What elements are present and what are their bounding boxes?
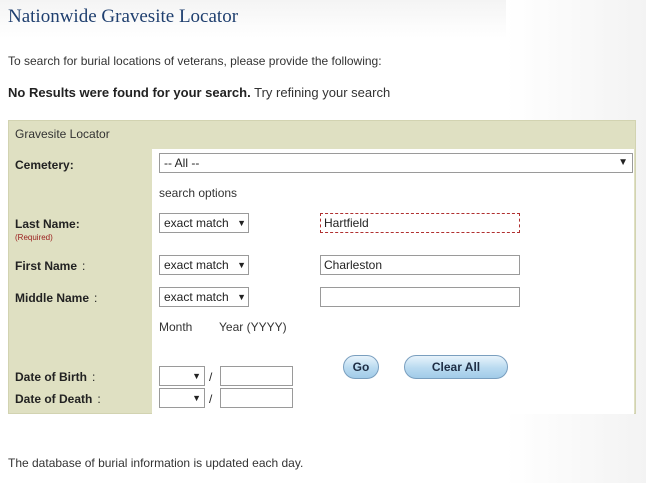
first-name-label-row: First Name:	[15, 259, 85, 273]
date-separator: /	[209, 370, 213, 384]
page-title: Nationwide Gravesite Locator	[8, 6, 239, 27]
death-month-select[interactable]: ▼	[159, 388, 205, 408]
date-of-death-label: Date of Death	[15, 392, 93, 406]
no-results-message: No Results were found for your search. T…	[8, 85, 390, 100]
intro-text: To search for burial locations of vetera…	[8, 54, 382, 68]
first-name-input[interactable]: Charleston	[320, 255, 520, 275]
gravesite-locator-form: Gravesite Locator Cemetery: -- All -- ▼ …	[8, 120, 636, 414]
dropdown-arrow-icon: ▼	[237, 260, 246, 270]
last-name-input[interactable]: Hartfield	[320, 213, 520, 233]
date-of-birth-colon: :	[92, 370, 96, 384]
search-options-label: search options	[159, 186, 238, 200]
cemetery-value: -- All --	[164, 156, 200, 170]
clear-all-button[interactable]: Clear All	[404, 355, 508, 379]
dropdown-arrow-icon: ▼	[192, 393, 201, 403]
form-header: Gravesite Locator	[15, 127, 110, 141]
birth-month-select[interactable]: ▼	[159, 366, 205, 386]
middle-name-colon: :	[94, 291, 98, 305]
date-separator: /	[209, 392, 213, 406]
middle-name-label-row: Middle Name:	[15, 291, 97, 305]
dropdown-arrow-icon: ▼	[237, 218, 246, 228]
date-of-death-colon: :	[97, 392, 101, 406]
death-year-input[interactable]	[220, 388, 293, 408]
date-of-birth-label-row: Date of Birth:	[15, 370, 95, 384]
middle-name-match-value: exact match	[164, 290, 229, 304]
footer-note: The database of burial information is up…	[8, 456, 304, 470]
go-button[interactable]: Go	[343, 355, 379, 379]
dropdown-arrow-icon: ▼	[192, 371, 201, 381]
first-name-label: First Name	[15, 259, 78, 273]
date-of-death-label-row: Date of Death:	[15, 392, 101, 406]
cemetery-label: Cemetery:	[15, 158, 74, 172]
date-of-birth-label: Date of Birth	[15, 370, 87, 384]
last-name-label: Last Name:	[15, 217, 80, 231]
year-label: Year (YYYY)	[219, 320, 287, 334]
birth-year-input[interactable]	[220, 366, 293, 386]
no-results-bold: No Results were found for your search.	[8, 85, 251, 100]
month-label: Month	[159, 320, 193, 334]
first-name-match-select[interactable]: exact match ▼	[159, 255, 249, 275]
middle-name-label: Middle Name	[15, 291, 90, 305]
required-indicator: (Required)	[15, 233, 53, 242]
last-name-match-select[interactable]: exact match ▼	[159, 213, 249, 233]
no-results-hint: Try refining your search	[254, 85, 391, 100]
first-name-match-value: exact match	[164, 258, 229, 272]
cemetery-select[interactable]: -- All -- ▼	[159, 153, 633, 173]
dropdown-arrow-icon: ▼	[618, 157, 628, 168]
dropdown-arrow-icon: ▼	[237, 292, 246, 302]
last-name-match-value: exact match	[164, 216, 229, 230]
middle-name-match-select[interactable]: exact match ▼	[159, 287, 249, 307]
first-name-colon: :	[82, 259, 86, 273]
middle-name-input[interactable]	[320, 287, 520, 307]
